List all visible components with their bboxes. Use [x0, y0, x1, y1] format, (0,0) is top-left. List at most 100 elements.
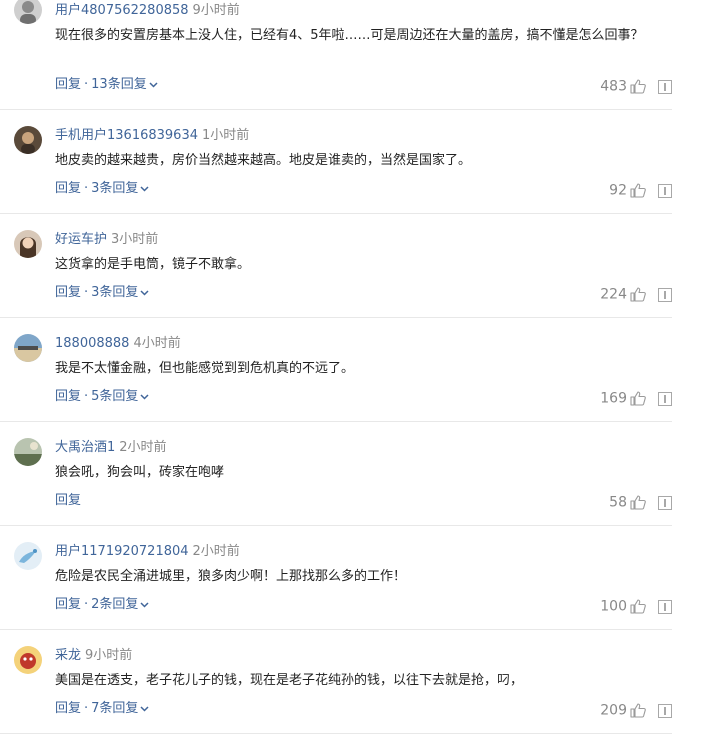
reply-button[interactable]: 回复 [55, 597, 81, 612]
comment-item: 手机用户13616839634 1小时前 地皮卖的越来越贵，房价当然越来越高。地皮… [0, 110, 672, 214]
report-icon[interactable] [658, 183, 672, 198]
comment-time: 9小时前 [192, 3, 240, 18]
thumbs-up-icon[interactable] [630, 703, 646, 718]
view-replies-button[interactable]: 3条回复 [91, 285, 149, 300]
view-replies-button[interactable]: 2条回复 [91, 597, 149, 612]
report-icon[interactable] [658, 287, 672, 302]
comment-actions: 回复 · 3条回复 [55, 180, 149, 198]
comment-item: 采龙 9小时前 美国是在透支，老子花儿子的钱，现在是老子花纯孙的钱，以往下去就是抢… [0, 630, 672, 734]
view-replies-button[interactable]: 5条回复 [91, 389, 149, 404]
avatar-woman-icon [14, 230, 42, 258]
like-area: 224 [562, 284, 672, 303]
reply-button[interactable]: 回复 [55, 701, 81, 716]
reply-button[interactable]: 回复 [55, 389, 81, 404]
comment-meta: 好运车护 3小时前 [55, 231, 158, 249]
separator-dot: · [84, 597, 89, 612]
view-replies-button[interactable]: 13条回复 [91, 77, 158, 92]
report-icon[interactable] [658, 391, 672, 406]
comment-item: 用户1171920721804 2小时前 危险是农民全涌进城里，狼多肉少啊！上那找… [0, 526, 672, 630]
comment-meta: 用户1171920721804 2小时前 [55, 543, 240, 561]
thumbs-up-icon[interactable] [630, 495, 646, 510]
replies-count: 13条回复 [91, 77, 147, 92]
report-icon[interactable] [658, 495, 672, 510]
username-link[interactable]: 好运车护 [55, 232, 107, 247]
like-count: 224 [600, 286, 627, 303]
like-area: 169 [562, 388, 672, 407]
reply-button[interactable]: 回复 [55, 181, 81, 196]
avatar[interactable] [14, 334, 42, 362]
comment-text: 这货拿的是手电筒，镜子不敢拿。 [55, 257, 251, 272]
replies-count: 3条回复 [91, 181, 139, 196]
avatar-default-blue-icon [14, 542, 42, 570]
separator-dot: · [84, 285, 89, 300]
like-area: 209 [562, 700, 672, 719]
view-replies-button[interactable]: 3条回复 [91, 181, 149, 196]
chevron-down-icon [140, 185, 149, 192]
username-link[interactable]: 大禹治酒1 [55, 440, 115, 455]
comment-meta: 188008888 4小时前 [55, 335, 181, 353]
comment-meta: 手机用户13616839634 1小时前 [55, 127, 249, 145]
avatar-gray-figure-icon [14, 0, 42, 24]
thumbs-up-icon[interactable] [630, 391, 646, 406]
comment-time: 9小时前 [85, 648, 133, 663]
comment-time: 3小时前 [111, 232, 159, 247]
comment-item: 大禹治酒1 2小时前 狼会吼，狗会叫，砖家在咆哮 回复 58 [0, 422, 672, 526]
reply-button[interactable]: 回复 [55, 285, 81, 300]
avatar-landscape-icon [14, 334, 42, 362]
replies-count: 7条回复 [91, 701, 139, 716]
username-link[interactable]: 用户4807562280858 [55, 3, 189, 18]
like-count: 100 [600, 598, 627, 615]
comment-item: 用户4807562280858 9小时前 现在很多的安置房基本上没人住，已经有4、… [0, 0, 672, 110]
replies-count: 3条回复 [91, 285, 139, 300]
chevron-down-icon [149, 81, 158, 88]
separator-dot: · [84, 181, 89, 196]
avatar[interactable] [14, 646, 42, 674]
thumbs-up-icon[interactable] [630, 599, 646, 614]
like-count: 483 [600, 78, 627, 95]
username-link[interactable]: 用户1171920721804 [55, 544, 189, 559]
comment-actions: 回复 · 3条回复 [55, 284, 149, 302]
reply-button[interactable]: 回复 [55, 77, 81, 92]
like-area: 92 [562, 180, 672, 199]
chevron-down-icon [140, 393, 149, 400]
comment-text: 狼会吼，狗会叫，砖家在咆哮 [55, 465, 225, 480]
report-icon[interactable] [658, 79, 672, 94]
like-area: 58 [562, 492, 672, 511]
comment-text: 我是不太懂金融，但也能感觉到到危机真的不远了。 [55, 361, 355, 376]
username-link[interactable]: 188008888 [55, 336, 129, 351]
report-icon[interactable] [658, 703, 672, 718]
comment-meta: 采龙 9小时前 [55, 647, 132, 665]
comment-time: 4小时前 [133, 336, 181, 351]
comment-list: 用户4807562280858 9小时前 现在很多的安置房基本上没人住，已经有4、… [0, 0, 708, 734]
like-area: 483 [562, 76, 672, 95]
username-link[interactable]: 手机用户13616839634 [55, 128, 198, 143]
avatar[interactable] [14, 126, 42, 154]
view-replies-button[interactable]: 7条回复 [91, 701, 149, 716]
separator-dot: · [84, 77, 89, 92]
avatar[interactable] [14, 0, 42, 24]
username-link[interactable]: 采龙 [55, 648, 81, 663]
comment-actions: 回复 · 2条回复 [55, 596, 149, 614]
chevron-down-icon [140, 289, 149, 296]
comment-text: 美国是在透支，老子花儿子的钱，现在是老子花纯孙的钱，以往下去就是抢，叼， [55, 673, 524, 688]
separator-dot: · [84, 389, 89, 404]
reply-button[interactable]: 回复 [55, 493, 81, 508]
thumbs-up-icon[interactable] [630, 79, 646, 94]
replies-count: 2条回复 [91, 597, 139, 612]
like-count: 209 [600, 702, 627, 719]
comment-text: 危险是农民全涌进城里，狼多肉少啊！上那找那么多的工作！ [55, 569, 407, 584]
comment-actions: 回复 · 7条回复 [55, 700, 149, 718]
avatar[interactable] [14, 542, 42, 570]
report-icon[interactable] [658, 599, 672, 614]
avatar-cartoon-icon [14, 646, 42, 674]
avatar-scenery-icon [14, 438, 42, 466]
comment-text: 地皮卖的越来越贵，房价当然越来越高。地皮是谁卖的，当然是国家了。 [55, 153, 472, 168]
avatar[interactable] [14, 438, 42, 466]
comment-actions: 回复 · 13条回复 [55, 76, 158, 94]
avatar[interactable] [14, 230, 42, 258]
avatar-portrait-icon [14, 126, 42, 154]
thumbs-up-icon[interactable] [630, 183, 646, 198]
comment-actions: 回复 [55, 492, 81, 510]
thumbs-up-icon[interactable] [630, 287, 646, 302]
chevron-down-icon [140, 705, 149, 712]
